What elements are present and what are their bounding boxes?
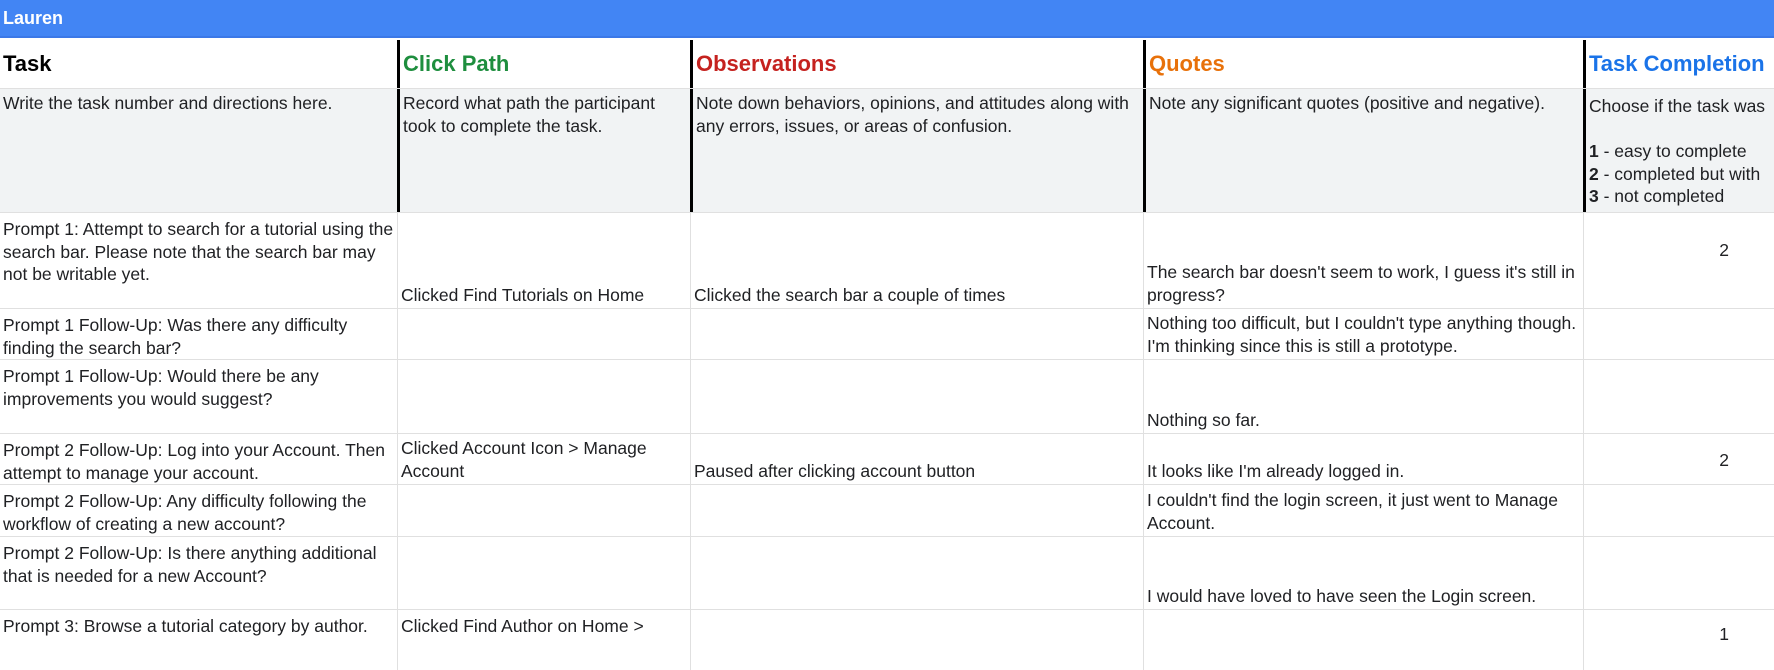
cell-task[interactable]: Prompt 1: Attempt to search for a tutori… <box>0 213 397 308</box>
sheet-title: Lauren <box>3 8 64 28</box>
cell-observations[interactable]: Clicked the search bar a couple of times <box>690 213 1143 308</box>
header-task[interactable]: Task <box>0 40 397 88</box>
description-task-completion[interactable]: Choose if the task was 1 - easy to compl… <box>1583 89 1774 212</box>
cell-observations[interactable] <box>690 360 1143 433</box>
cell-task[interactable]: Prompt 2 Follow-Up: Any difficulty follo… <box>0 485 397 536</box>
header-click-path[interactable]: Click Path <box>397 40 690 88</box>
cell-completion[interactable] <box>1583 485 1774 536</box>
legend-item: 2 - completed but with <box>1589 163 1771 186</box>
cell-observations[interactable] <box>690 485 1143 536</box>
cell-text: It looks like I'm already logged in. <box>1147 460 1405 481</box>
table-row: Prompt 3: Browse a tutorial category by … <box>0 610 1774 670</box>
cell-text: I couldn't find the login screen, it jus… <box>1147 490 1558 533</box>
cell-task[interactable]: Prompt 1 Follow-Up: Was there any diffic… <box>0 309 397 359</box>
cell-text: Clicked Account Icon > Manage Account <box>401 438 647 481</box>
cell-task[interactable]: Prompt 2 Follow-Up: Is there anything ad… <box>0 537 397 609</box>
cell-quotes[interactable]: I would have loved to have seen the Logi… <box>1143 537 1583 609</box>
cell-text: Clicked Find Tutorials on Home <box>401 284 645 305</box>
sheet-title-banner: Lauren <box>0 0 1774 38</box>
description-observations[interactable]: Note down behaviors, opinions, and attit… <box>690 89 1143 212</box>
cell-click-path[interactable] <box>397 485 690 536</box>
legend-text: - not completed <box>1598 186 1725 206</box>
cell-text: Paused after clicking account button <box>694 460 976 481</box>
cell-observations[interactable] <box>690 309 1143 359</box>
cell-quotes[interactable]: The search bar doesn't seem to work, I g… <box>1143 213 1583 308</box>
table-row: Prompt 2 Follow-Up: Any difficulty follo… <box>0 485 1774 537</box>
description-row: Write the task number and directions her… <box>0 89 1774 213</box>
cell-text: Nothing too difficult, but I couldn't ty… <box>1147 313 1577 356</box>
cell-observations[interactable]: Paused after clicking account button <box>690 434 1143 484</box>
header-quotes[interactable]: Quotes <box>1143 40 1583 88</box>
cell-quotes[interactable] <box>1143 610 1583 670</box>
cell-click-path[interactable]: Clicked Find Author on Home > <box>397 610 690 670</box>
table-row: Prompt 2 Follow-Up: Log into your Accoun… <box>0 434 1774 485</box>
cell-text: Nothing so far. <box>1147 409 1260 430</box>
cell-task[interactable]: Prompt 3: Browse a tutorial category by … <box>0 610 397 670</box>
cell-completion[interactable]: 1 <box>1583 610 1774 670</box>
description-click-path[interactable]: Record what path the participant took to… <box>397 89 690 212</box>
table-row: Prompt 1 Follow-Up: Was there any diffic… <box>0 309 1774 360</box>
table-row: Prompt 2 Follow-Up: Is there anything ad… <box>0 537 1774 610</box>
header-row: Task Click Path Observations Quotes Task… <box>0 40 1774 89</box>
table-row: Prompt 1 Follow-Up: Would there be any i… <box>0 360 1774 434</box>
cell-completion[interactable] <box>1583 360 1774 433</box>
cell-completion[interactable]: 2 <box>1583 434 1774 484</box>
cell-text: I would have loved to have seen the Logi… <box>1147 585 1537 606</box>
legend-item: 3 - not completed <box>1589 185 1771 208</box>
cell-click-path[interactable]: Clicked Account Icon > Manage Account <box>397 434 690 484</box>
cell-task[interactable]: Prompt 2 Follow-Up: Log into your Accoun… <box>0 434 397 484</box>
cell-completion[interactable] <box>1583 537 1774 609</box>
cell-completion[interactable] <box>1583 309 1774 359</box>
legend-number: 1 <box>1589 141 1599 161</box>
legend-number: 2 <box>1589 163 1599 184</box>
cell-text: Clicked the search bar a couple of times <box>694 284 1006 305</box>
cell-click-path[interactable] <box>397 360 690 433</box>
header-task-completion[interactable]: Task Completion <box>1583 40 1774 88</box>
header-observations[interactable]: Observations <box>690 40 1143 88</box>
cell-observations[interactable] <box>690 610 1143 670</box>
table-row: Prompt 1: Attempt to search for a tutori… <box>0 213 1774 309</box>
legend-text: - completed but with <box>1598 163 1761 184</box>
completion-intro: Choose if the task was <box>1589 96 1766 116</box>
cell-quotes[interactable]: Nothing too difficult, but I couldn't ty… <box>1143 309 1583 359</box>
cell-quotes[interactable]: I couldn't find the login screen, it jus… <box>1143 485 1583 536</box>
cell-completion[interactable]: 2 <box>1583 213 1774 308</box>
cell-click-path[interactable] <box>397 309 690 359</box>
legend-number: 3 <box>1589 186 1599 206</box>
cell-text: The search bar doesn't seem to work, I g… <box>1147 262 1575 305</box>
cell-click-path[interactable] <box>397 537 690 609</box>
cell-click-path[interactable]: Clicked Find Tutorials on Home <box>397 213 690 308</box>
cell-observations[interactable] <box>690 537 1143 609</box>
legend-item: 1 - easy to complete <box>1589 140 1771 163</box>
cell-quotes[interactable]: It looks like I'm already logged in. <box>1143 434 1583 484</box>
description-task[interactable]: Write the task number and directions her… <box>0 89 397 212</box>
description-quotes[interactable]: Note any significant quotes (positive an… <box>1143 89 1583 212</box>
legend-text: - easy to complete <box>1598 141 1747 161</box>
cell-quotes[interactable]: Nothing so far. <box>1143 360 1583 433</box>
cell-task[interactable]: Prompt 1 Follow-Up: Would there be any i… <box>0 360 397 433</box>
